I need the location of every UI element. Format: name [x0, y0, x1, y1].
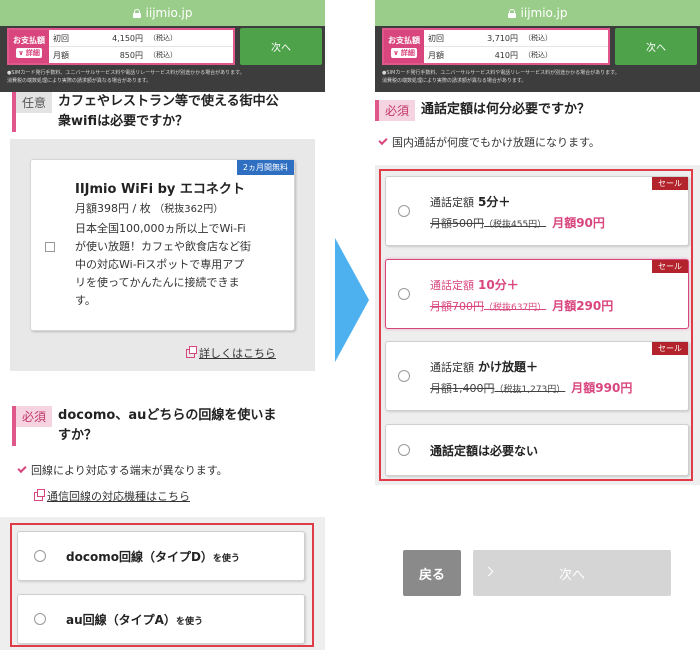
detail-button[interactable]: ∨ 詳細 — [391, 48, 417, 58]
call-note: 国内通話が何度でもかけ放題になります。 — [378, 134, 600, 150]
call-note-text: 国内通話が何度でもかけ放題になります。 — [392, 136, 600, 149]
carrier-question-title: docomo、auどちらの回線を使いま すか？ — [58, 406, 276, 446]
detail-button[interactable]: ∨ 詳細 — [16, 48, 42, 58]
highlight-frame — [379, 169, 693, 481]
carrier-question-line-2: すか？ — [58, 428, 98, 443]
first-amount: 3,710円 — [487, 33, 518, 43]
chevron-down-icon: ∨ — [393, 49, 399, 57]
check-icon — [378, 135, 388, 146]
wifi-question-line-2: 衆wifiは必要ですか？ — [58, 114, 189, 129]
carrier-note: 回線により対応する端末が異なります。 — [17, 462, 228, 478]
wifi-price-tax: （税抜362円） — [154, 204, 224, 215]
wifi-desc-line: が使い放題！カフェや飲食店など街 — [75, 240, 251, 253]
first-label: 初回 — [428, 33, 444, 43]
price-summary-bar: お支払額 ∨ 詳細 初回 3,710円 （税込） 月額 410円 （税込） 次へ … — [375, 26, 700, 92]
header-next-button[interactable]: 次へ — [615, 28, 697, 65]
lock-icon — [507, 8, 516, 18]
monthly-payment-row: 月額 410円 （税込） — [424, 47, 608, 63]
payment-box: お支払額 ∨ 詳細 初回 4,150円 （税込） 月額 850円 （税込） — [7, 28, 235, 65]
tax-note: （税込） — [524, 51, 552, 59]
payment-label: お支払額 ∨ 詳細 — [384, 30, 424, 63]
footnote-line-1: ●SIMカード発行手数料、ユニバーサルサービス料や電話リレーサービス料が別途かか… — [7, 70, 245, 76]
first-label: 初回 — [53, 33, 69, 43]
lock-icon — [132, 8, 141, 18]
wifi-option-card[interactable]: 2ヵ月間無料 IIJmio WiFi by エコネクト 月額398円 / 枚 （… — [30, 159, 295, 331]
wifi-desc-line: す。 — [75, 294, 96, 307]
carrier-note-text: 回線により対応する端末が異なります。 — [31, 464, 228, 477]
payment-label: お支払額 ∨ 詳細 — [9, 30, 49, 63]
tax-note: （税込） — [149, 34, 177, 42]
required-tag: 必須 — [16, 406, 53, 427]
monthly-label: 月額 — [428, 50, 444, 60]
left-screen: iijmio.jp お支払額 ∨ 詳細 初回 4,150円 （税込） 月額 850… — [0, 0, 325, 650]
footnote-line-2: 消費税の端数処理により実際の請求額が異なる場合があります。 — [7, 78, 152, 84]
footnote: ●SIMカード発行手数料、ユニバーサルサービス料や電話リレーサービス料が別途かか… — [7, 69, 307, 85]
payment-rows: 初回 3,710円 （税込） 月額 410円 （税込） — [424, 30, 608, 63]
external-link-icon — [34, 488, 45, 501]
url-bar[interactable]: iijmio.jp — [375, 0, 700, 26]
url-bar[interactable]: iijmio.jp — [0, 0, 325, 26]
external-link-icon — [186, 345, 197, 358]
wifi-card-description: 日本全国100,000ヵ所以上でWi-Fi が使い放題！カフェや飲食店など街 中… — [75, 220, 293, 310]
compatible-devices-link-text: 通信回線の対応機種はこちら — [47, 490, 190, 503]
free-badge: 2ヵ月間無料 — [236, 160, 294, 175]
monthly-label: 月額 — [53, 50, 69, 60]
first-payment-row: 初回 4,150円 （税込） — [49, 30, 233, 47]
url-text: iijmio.jp — [520, 6, 568, 20]
back-button[interactable]: 戻る — [403, 550, 461, 596]
monthly-amount: 410円 — [494, 50, 518, 60]
wifi-card-title: IIJmio WiFi by エコネクト — [75, 182, 245, 197]
payment-rows: 初回 4,150円 （税込） 月額 850円 （税込） — [49, 30, 233, 63]
check-icon — [17, 463, 27, 474]
price-summary-bar: お支払額 ∨ 詳細 初回 4,150円 （税込） 月額 850円 （税込） 次へ … — [0, 26, 325, 92]
required-tag: 必須 — [379, 100, 416, 121]
monthly-payment-row: 月額 850円 （税込） — [49, 47, 233, 63]
tax-note: （税込） — [149, 51, 177, 59]
footnote: ●SIMカード発行手数料、ユニバーサルサービス料や電話リレーサービス料が別途かか… — [382, 69, 682, 85]
transition-arrow — [335, 238, 369, 362]
wifi-details-link[interactable]: 詳しくはこちら — [186, 345, 276, 361]
highlight-frame — [10, 523, 314, 647]
wifi-option-area: 2ヵ月間無料 IIJmio WiFi by エコネクト 月額398円 / 枚 （… — [10, 139, 315, 371]
optional-tag: 任意 — [16, 92, 53, 113]
footnote-line-1: ●SIMカード発行手数料、ユニバーサルサービス料や電話リレーサービス料が別途かか… — [382, 70, 620, 76]
call-question-title: 通話定額は何分必要ですか？ — [421, 102, 591, 117]
chevron-right-icon — [483, 566, 494, 577]
next-button[interactable]: 次へ — [473, 550, 671, 596]
compatible-devices-link[interactable]: 通信回線の対応機種はこちら — [34, 488, 190, 504]
monthly-amount: 850円 — [119, 50, 143, 60]
detail-label: 詳細 — [400, 49, 415, 57]
detail-label: 詳細 — [25, 49, 40, 57]
wifi-desc-line: 日本全国100,000ヵ所以上でWi-Fi — [75, 222, 246, 235]
wifi-card-price: 月額398円 / 枚 （税抜362円） — [75, 200, 223, 216]
wifi-checkbox[interactable] — [45, 242, 55, 252]
wifi-desc-line: リを使ってかんたんに接続できま — [75, 276, 240, 289]
url-text: iijmio.jp — [145, 6, 193, 20]
footnote-line-2: 消費税の端数処理により実際の請求額が異なる場合があります。 — [382, 78, 527, 84]
call-question-heading: 必須 通話定額は何分必要ですか？ — [375, 100, 695, 121]
wifi-question-title: カフェやレストラン等で使える街中公 衆wifiは必要ですか？ — [58, 92, 279, 132]
carrier-question-line-1: docomo、auどちらの回線を使いま — [58, 408, 277, 423]
right-screen: iijmio.jp お支払額 ∨ 詳細 初回 3,710円 （税込） 月額 410… — [375, 0, 700, 650]
wifi-desc-line: 中の対応Wi-Fiスポットで専用アプ — [75, 258, 245, 271]
payment-label-text: お支払額 — [13, 36, 45, 45]
wifi-question-line-1: カフェやレストラン等で使える街中公 — [58, 94, 279, 109]
wifi-question-heading: 任意 カフェやレストラン等で使える街中公 衆wifiは必要ですか？ — [12, 92, 312, 132]
payment-label-text: お支払額 — [388, 36, 420, 45]
payment-box: お支払額 ∨ 詳細 初回 3,710円 （税込） 月額 410円 （税込） — [382, 28, 610, 65]
wifi-details-link-text: 詳しくはこちら — [199, 347, 276, 360]
next-button-label: 次へ — [558, 567, 585, 583]
carrier-question-heading: 必須 docomo、auどちらの回線を使いま すか？ — [12, 406, 312, 446]
first-payment-row: 初回 3,710円 （税込） — [424, 30, 608, 47]
chevron-down-icon: ∨ — [18, 49, 24, 57]
tax-note: （税込） — [524, 34, 552, 42]
header-next-button[interactable]: 次へ — [240, 28, 322, 65]
first-amount: 4,150円 — [112, 33, 143, 43]
wifi-price-value: 月額398円 / 枚 — [75, 202, 151, 215]
